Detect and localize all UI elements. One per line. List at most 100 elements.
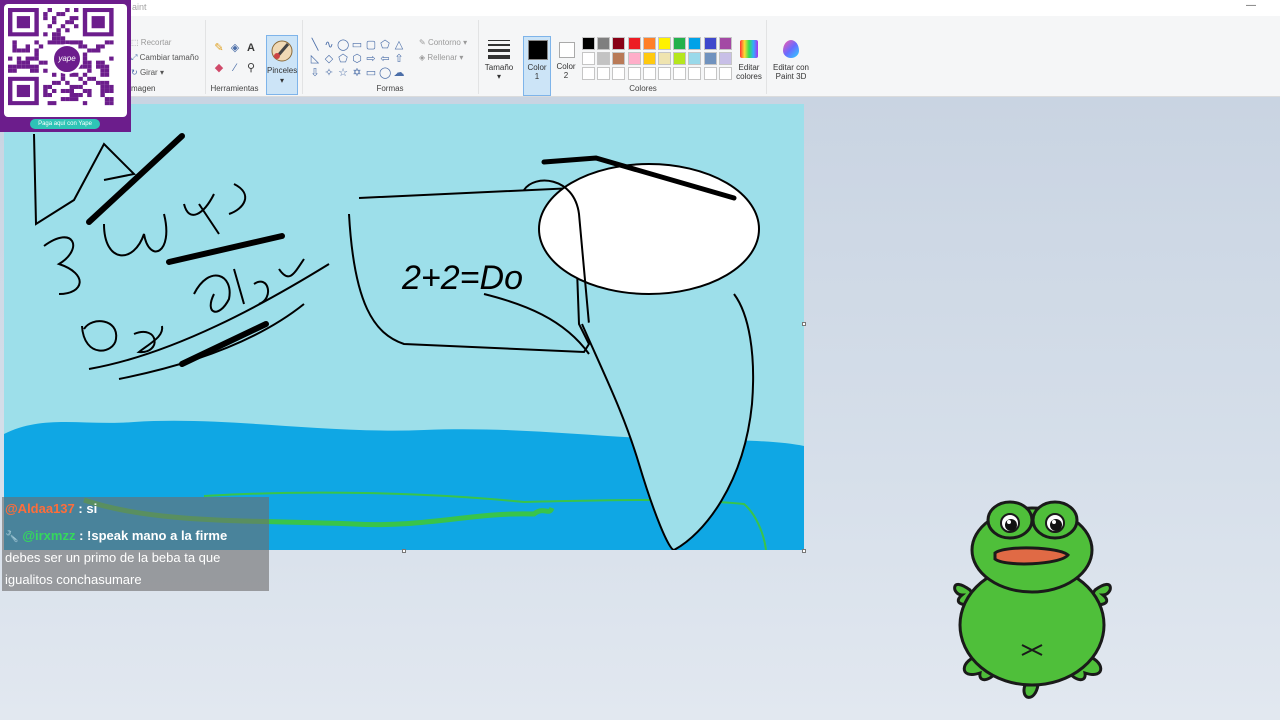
qr-module (8, 68, 13, 73)
color-swatch[interactable] (673, 52, 687, 65)
qr-module (12, 44, 17, 49)
callout-rect-icon[interactable]: ▭ (365, 67, 377, 79)
qr-module (60, 76, 66, 81)
color-swatch[interactable] (627, 52, 641, 65)
qr-module (104, 72, 110, 77)
oval-shape-icon[interactable]: ◯ (337, 39, 349, 51)
qr-module (100, 80, 105, 85)
colors-group-label: Colores (629, 84, 657, 93)
qr-module (25, 60, 30, 65)
pencil-icon[interactable]: ✎ (212, 41, 226, 55)
custom-color-slot[interactable] (673, 67, 687, 80)
color-swatch[interactable] (627, 37, 641, 50)
color-swatch[interactable] (703, 52, 717, 65)
qr-module (82, 56, 88, 61)
minimize-button[interactable]: — (1246, 0, 1256, 11)
outline-button[interactable]: ✎ Contorno ▾ (419, 38, 467, 47)
custom-color-slot[interactable] (658, 67, 671, 80)
paint3d-icon (783, 40, 799, 58)
chat-text-continued: debes ser un primo de la beba ta que (5, 550, 221, 565)
custom-color-slot[interactable] (627, 67, 641, 80)
resize-handle-bottom[interactable] (402, 549, 406, 553)
callout-cloud-icon[interactable]: ☁ (393, 67, 405, 79)
arrow-left-shape-icon[interactable]: ⇦ (379, 53, 391, 65)
brushes-button[interactable]: Pinceles ▾ (266, 35, 298, 95)
magnifier-icon[interactable]: ⚲ (244, 61, 258, 75)
drawing-canvas[interactable]: 2+2=Do (4, 104, 804, 550)
triangle-shape-icon[interactable]: △ (393, 39, 405, 51)
color-swatch[interactable] (718, 37, 732, 50)
color-swatch[interactable] (658, 37, 671, 50)
arrow-up-shape-icon[interactable]: ⇧ (393, 53, 405, 65)
color1-button[interactable]: Color 1 (523, 36, 551, 96)
resize-button[interactable]: ⤢ Cambiar tamaño (131, 53, 199, 63)
qr-finder (91, 16, 105, 29)
fill-bucket-icon[interactable]: ◈ (228, 41, 242, 55)
rounded-rectangle-shape-icon[interactable]: ▢ (365, 39, 377, 51)
color-swatch[interactable] (688, 37, 702, 50)
qr-module (43, 84, 48, 89)
color-swatch[interactable] (597, 37, 611, 50)
edit-colors-button[interactable]: Editar colores (734, 36, 764, 94)
custom-color-slot[interactable] (597, 67, 611, 80)
color-swatch[interactable] (658, 52, 671, 65)
qr-module (91, 48, 96, 53)
rotate-button[interactable]: ↻ Girar ▾ (131, 68, 164, 77)
shapes-gallery[interactable]: ╲ ∿ ◯ ▭ ▢ ⬠ △ ◺ ◇ ⬠ ⬡ ⇨ ⇦ ⇧ ⇩ ✧ ☆ ✡ ▭ ◯ … (307, 37, 413, 81)
custom-color-slot[interactable] (642, 67, 656, 80)
text-tool-icon[interactable]: A (244, 41, 258, 55)
frog-sticker (950, 495, 1115, 705)
qr-module (104, 80, 110, 85)
color-swatch[interactable] (582, 37, 595, 50)
crop-button[interactable]: ⬚ Recortar (131, 38, 171, 47)
color-swatch[interactable] (612, 52, 626, 65)
qr-module (104, 97, 110, 102)
qr-module (52, 88, 57, 94)
five-point-star-icon[interactable]: ☆ (337, 67, 349, 79)
color-palette (582, 37, 734, 83)
rectangle-shape-icon[interactable]: ▭ (351, 39, 363, 51)
four-point-star-icon[interactable]: ✧ (323, 67, 335, 79)
qr-module (52, 101, 57, 106)
resize-handle-corner[interactable] (802, 549, 806, 553)
qr-module (30, 56, 35, 61)
hexagon-shape-icon[interactable]: ⬡ (351, 53, 363, 65)
color-swatch[interactable] (703, 37, 717, 50)
qr-module (82, 101, 88, 106)
arrow-right-shape-icon[interactable]: ⇨ (365, 53, 377, 65)
pentagon-shape-icon[interactable]: ⬠ (337, 53, 349, 65)
diamond-shape-icon[interactable]: ◇ (323, 53, 335, 65)
resize-handle-right[interactable] (802, 322, 806, 326)
custom-color-slot[interactable] (688, 67, 702, 80)
color-swatch[interactable] (688, 52, 702, 65)
size-button[interactable]: Tamaño ▾ (483, 36, 515, 94)
arrow-down-shape-icon[interactable]: ⇩ (309, 67, 321, 79)
color-swatch[interactable] (597, 52, 611, 65)
color-swatch[interactable] (612, 37, 626, 50)
color-swatch[interactable] (673, 37, 687, 50)
qr-module (96, 80, 101, 85)
callout-oval-icon[interactable]: ◯ (379, 67, 391, 79)
custom-color-slot[interactable] (703, 67, 717, 80)
color-swatch[interactable] (642, 52, 656, 65)
polygon-shape-icon[interactable]: ⬠ (379, 39, 391, 51)
curve-shape-icon[interactable]: ∿ (323, 39, 335, 51)
line-shape-icon[interactable]: ╲ (309, 39, 321, 51)
color-swatch[interactable] (642, 37, 656, 50)
qr-module (87, 68, 92, 73)
custom-color-slot[interactable] (612, 67, 626, 80)
qr-module (12, 68, 17, 73)
custom-color-slot[interactable] (582, 67, 595, 80)
qr-module (82, 80, 88, 85)
color-picker-icon[interactable]: ⁄ (228, 61, 242, 75)
qr-module (25, 44, 30, 49)
six-point-star-icon[interactable]: ✡ (351, 67, 363, 79)
qr-module (78, 40, 83, 45)
fill-button[interactable]: ◈ Rellenar ▾ (419, 53, 463, 62)
right-triangle-shape-icon[interactable]: ◺ (309, 53, 321, 65)
color-swatch[interactable] (582, 52, 595, 65)
edit-paint3d-button[interactable]: Editar con Paint 3D (770, 36, 812, 94)
brush-icon (271, 40, 293, 62)
eraser-icon[interactable]: ◆ (212, 61, 226, 75)
color2-button[interactable]: Color 2 (553, 36, 581, 96)
